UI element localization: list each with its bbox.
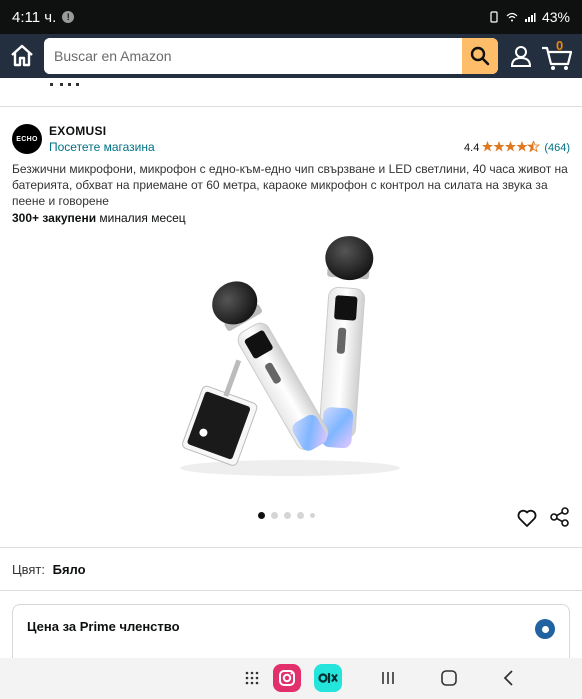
home-icon[interactable] <box>8 42 36 70</box>
color-value: Бяло <box>52 562 86 577</box>
color-label: Цвят: <box>12 562 45 577</box>
section-divider <box>0 547 582 548</box>
pager-dot[interactable] <box>297 512 304 519</box>
brand-logo[interactable]: ECHO <box>12 124 42 154</box>
brand-text: EXOMUSI Посетете магазина <box>49 124 155 154</box>
section-divider <box>0 106 582 107</box>
system-nav-bar <box>0 658 582 699</box>
back-icon[interactable] <box>502 669 516 687</box>
share-icon[interactable] <box>549 506 571 528</box>
cart-count: 0 <box>556 38 564 53</box>
recent-apps-icon[interactable] <box>380 670 396 686</box>
brand-row[interactable]: ECHO EXOMUSI Посетете магазина <box>12 124 155 154</box>
app-header: 0 <box>0 34 582 78</box>
bought-count: 300+ закупени <box>12 211 97 225</box>
pager-dot[interactable] <box>271 512 278 519</box>
visit-store-link[interactable]: Посетете магазина <box>49 140 155 154</box>
rating-count[interactable]: (464) <box>544 142 570 154</box>
instagram-app-icon[interactable] <box>273 664 301 692</box>
cart-button[interactable]: 0 <box>540 38 574 72</box>
signal-icon <box>524 13 536 22</box>
bought-last-month: 300+ закупени миналия месец <box>12 211 186 225</box>
status-time: 4:11 ч. <box>12 8 57 26</box>
product-title: Безжични микрофони, микрофон с едно-към-… <box>12 162 568 208</box>
pager-dot[interactable] <box>284 512 291 519</box>
brand-name: EXOMUSI <box>49 124 107 138</box>
prime-price-radio[interactable] <box>535 619 555 639</box>
account-icon[interactable] <box>508 43 534 69</box>
section-divider <box>0 590 582 591</box>
color-selector: Цвят: Бяло <box>12 562 86 577</box>
pager-dot[interactable] <box>310 513 315 518</box>
status-bar: 4:11 ч. ! 43% <box>0 0 582 34</box>
status-indicators: 43% <box>488 9 570 25</box>
app-drawer-icon[interactable] <box>244 670 260 686</box>
olx-app-icon[interactable] <box>314 664 342 692</box>
bought-period: миналия месец <box>96 211 186 225</box>
pager-dot[interactable] <box>258 512 265 519</box>
wifi-icon <box>506 12 518 22</box>
previous-item-remnant <box>0 78 582 86</box>
product-image[interactable] <box>160 228 420 488</box>
star-rating-icon <box>482 139 541 155</box>
battery-saver-icon <box>490 11 498 23</box>
search-button[interactable] <box>462 38 498 74</box>
rating-value: 4.4 <box>464 142 480 154</box>
search-input[interactable] <box>44 38 462 74</box>
prime-price-title: Цена за Prime членство <box>27 619 180 634</box>
home-nav-icon[interactable] <box>440 669 458 687</box>
heart-icon[interactable] <box>516 507 538 529</box>
notification-icon: ! <box>62 11 75 23</box>
battery-percent: 43% <box>541 9 570 25</box>
image-pager <box>258 512 315 519</box>
rating-remnant-icon <box>50 83 79 86</box>
search-bar <box>44 38 498 74</box>
rating[interactable]: 4.4 (464) <box>464 139 570 155</box>
search-icon <box>470 46 490 66</box>
